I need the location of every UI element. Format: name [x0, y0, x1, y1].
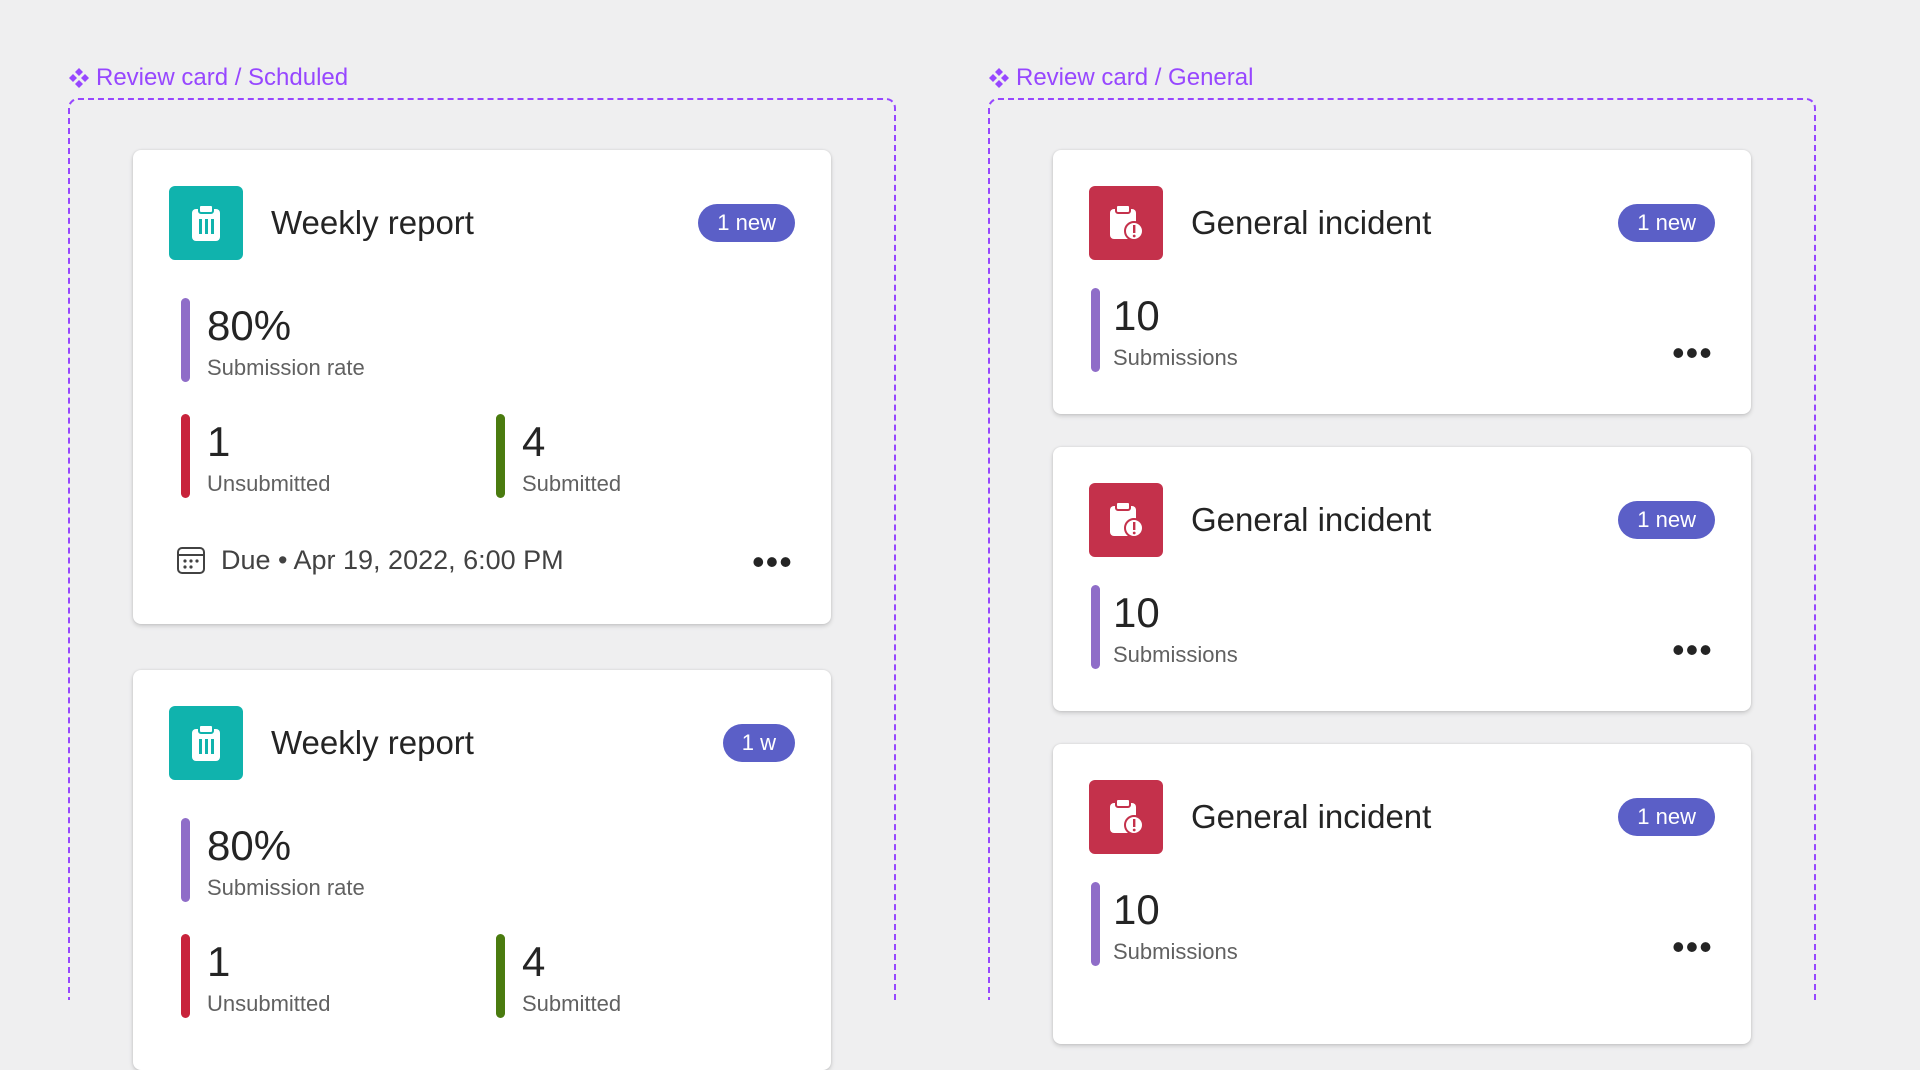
variant-label-scheduled: Review card / Schduled — [68, 63, 348, 93]
due-row: Due • Apr 19, 2022, 6:00 PM — [175, 544, 564, 576]
card-title: General incident — [1191, 798, 1432, 835]
clipboard-alert-icon — [1089, 186, 1163, 260]
metric-label: Submitted — [522, 471, 622, 496]
card-title: General incident — [1191, 501, 1432, 538]
metric-bar — [496, 414, 505, 498]
metric-bar — [1091, 585, 1100, 669]
metric-bar — [181, 934, 190, 1018]
metric-bar — [181, 414, 190, 498]
metric-value: 1 — [207, 938, 231, 985]
metric-label: Submission rate — [207, 355, 365, 380]
metric-bar — [1091, 288, 1100, 372]
clipboard-icon — [169, 186, 243, 260]
metric-value: 10 — [1113, 886, 1160, 933]
variant-label-general: Review card / General — [988, 63, 1253, 93]
metric-bar — [1091, 882, 1100, 966]
review-card-general[interactable]: General incident 1 new 10 Submissions ••… — [1053, 447, 1751, 711]
metric-label: Submissions — [1113, 642, 1238, 667]
clipboard-icon — [169, 706, 243, 780]
clipboard-alert-icon — [1089, 483, 1163, 557]
clipboard-alert-icon — [1089, 780, 1163, 854]
more-options-button[interactable]: ••• — [752, 544, 793, 580]
metric-bar — [181, 818, 190, 902]
card-header: Weekly report 1 w — [169, 706, 795, 780]
metric-label: Submissions — [1113, 345, 1238, 370]
card-title: General incident — [1191, 204, 1432, 241]
metric-value: 4 — [522, 418, 546, 465]
card-header: General incident 1 new — [1089, 780, 1715, 854]
review-card-scheduled[interactable]: Weekly report 1 new 80% Submission rate … — [133, 150, 831, 624]
new-badge: 1 new — [1618, 798, 1715, 836]
metric-value: 80% — [207, 302, 292, 349]
metric-label: Submissions — [1113, 939, 1238, 964]
metric-label: Unsubmitted — [207, 991, 331, 1016]
metric-value: 1 — [207, 418, 231, 465]
calendar-icon — [177, 547, 205, 574]
review-card-general[interactable]: General incident 1 new 10 Submissions ••… — [1053, 150, 1751, 414]
metric-value: 80% — [207, 822, 292, 869]
metric-label: Unsubmitted — [207, 471, 331, 496]
new-badge: 1 new — [1618, 501, 1715, 539]
more-options-button[interactable]: ••• — [1672, 335, 1713, 371]
card-title: Weekly report — [271, 724, 474, 761]
new-badge: 1 new — [1618, 204, 1715, 242]
card-header: General incident 1 new — [1089, 483, 1715, 557]
card-header: Weekly report 1 new — [169, 186, 795, 260]
review-card-scheduled[interactable]: Weekly report 1 w 80% Submission rate 1 … — [133, 670, 831, 1070]
metric-value: 10 — [1113, 292, 1160, 339]
review-card-general[interactable]: General incident 1 new 10 Submissions ••… — [1053, 744, 1751, 1044]
metric-bar — [181, 298, 190, 382]
component-icon — [989, 68, 1009, 88]
new-badge: 1 w — [722, 724, 795, 762]
variant-label-text: Review card / General — [1016, 64, 1254, 91]
more-options-button[interactable]: ••• — [1672, 929, 1713, 965]
metric-value: 10 — [1113, 589, 1160, 636]
due-text: Due • Apr 19, 2022, 6:00 PM — [221, 544, 564, 575]
more-options-button[interactable]: ••• — [1672, 632, 1713, 668]
metric-label: Submission rate — [207, 875, 365, 900]
card-title: Weekly report — [271, 204, 474, 241]
component-icon — [69, 68, 89, 88]
variant-label-text: Review card / Schduled — [96, 64, 349, 91]
metric-bar — [496, 934, 505, 1018]
metric-label: Submitted — [522, 991, 622, 1016]
card-header: General incident 1 new — [1089, 186, 1715, 260]
new-badge: 1 new — [698, 204, 795, 242]
metric-value: 4 — [522, 938, 546, 985]
